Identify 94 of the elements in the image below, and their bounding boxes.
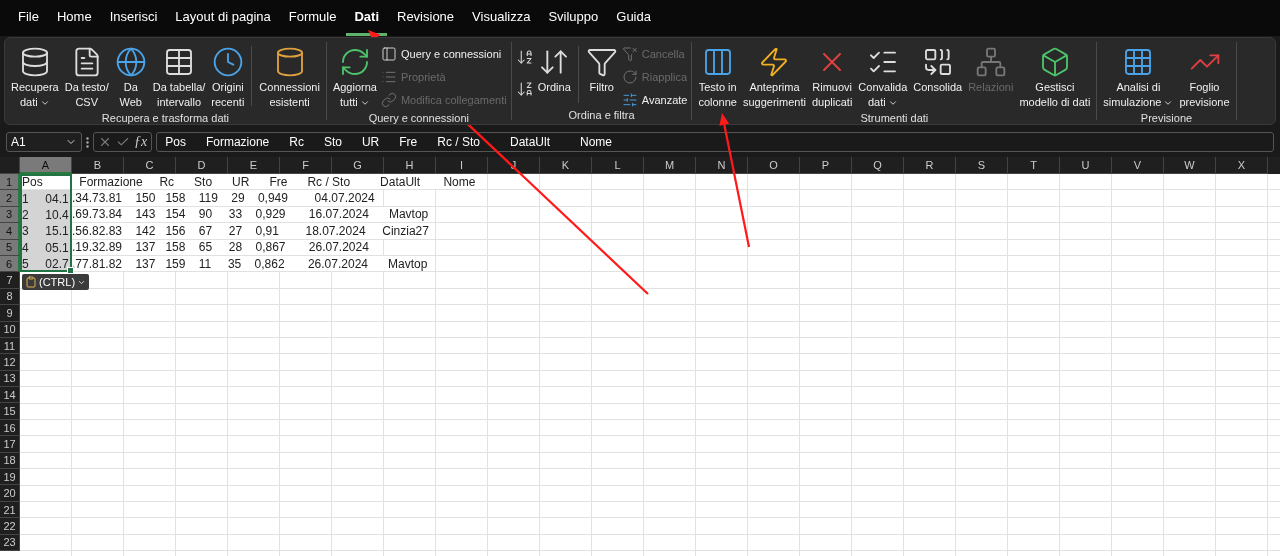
column-header[interactable]: A xyxy=(20,157,72,174)
link-icon xyxy=(380,91,397,108)
ribbon-button[interactable]: Testo in colonne xyxy=(696,42,739,112)
menu-tab[interactable]: Visualizza xyxy=(464,0,539,36)
column-header[interactable]: H xyxy=(384,157,436,174)
clipboard-icon xyxy=(25,276,37,289)
cell-text: .56.82.83 142 156 67 27 0,91 18.07.2024 Cinzia27 xyxy=(72,223,429,239)
column-header[interactable]: N xyxy=(696,157,748,174)
filter-clear-icon xyxy=(621,45,638,62)
selected-cell[interactable]: 1 04.1 xyxy=(20,190,72,207)
cell-text: .34.73.81 150 158 119 29 0,949 04.07.2024 xyxy=(72,190,375,206)
column-header[interactable]: B xyxy=(72,157,124,174)
cancel-icon[interactable] xyxy=(98,135,112,149)
column-header[interactable]: V xyxy=(1112,157,1164,174)
ribbon-button[interactable]: Da Web xyxy=(112,42,149,112)
name-box[interactable]: A1 xyxy=(6,132,82,152)
confirm-icon[interactable] xyxy=(116,135,130,149)
column-header[interactable]: X xyxy=(1216,157,1268,174)
more-icon xyxy=(86,136,89,148)
menu-tab[interactable]: Sviluppo xyxy=(540,0,607,36)
column-header[interactable]: L xyxy=(592,157,644,174)
column-header[interactable]: E xyxy=(228,157,280,174)
row-header[interactable]: 2 xyxy=(0,190,20,207)
cell-text: .77.81.82 137 159 11 35 0,862 26.07.2024 Mavtop xyxy=(72,255,428,272)
ribbon-button[interactable]: Gestisci modello di dati xyxy=(1017,42,1093,112)
column-header[interactable]: R xyxy=(904,157,956,174)
column-header[interactable]: Q xyxy=(852,157,904,174)
clock-icon xyxy=(211,46,244,78)
menu-tab[interactable]: Revisione xyxy=(389,0,463,36)
row-header[interactable]: 14 xyxy=(0,387,20,404)
ribbon-button[interactable]: Rimuovi duplicati xyxy=(809,42,855,112)
ribbon-button[interactable]: Analisi di simulazione xyxy=(1101,42,1176,112)
column-header[interactable]: C xyxy=(124,157,176,174)
ribbon-button[interactable]: Da tabella/ intervallo xyxy=(150,42,208,112)
cell-text: Pos Formazione Rc Sto UR Fre Rc / Sto DataUlt Nome xyxy=(20,174,476,190)
column-header[interactable]: P xyxy=(800,157,852,174)
column-header[interactable]: I xyxy=(436,157,488,174)
ribbon-button[interactable]: Filtro xyxy=(583,42,620,97)
column-header[interactable]: M xyxy=(644,157,696,174)
menu-tab[interactable]: File xyxy=(10,0,47,36)
ribbon-button[interactable]: Origini recenti xyxy=(209,42,247,112)
row-header[interactable]: 22 xyxy=(0,518,20,535)
column-header[interactable]: G xyxy=(332,157,384,174)
ribbon-button[interactable]: Foglio previsione xyxy=(1177,42,1232,112)
sliders-icon xyxy=(621,91,638,108)
group-label: Strumenti dati xyxy=(859,112,930,124)
formula-field[interactable]: Pos Formazione Rc Sto UR Fre Rc / Sto DataUlt Nome xyxy=(156,132,1274,152)
menu-tab[interactable]: Layout di pagina xyxy=(167,0,279,36)
ribbon-button[interactable]: Anteprima suggerimenti xyxy=(741,42,808,112)
group-label: Query e connessioni xyxy=(367,112,470,124)
row-header[interactable]: 15 xyxy=(0,403,20,420)
group-label: Previsione xyxy=(1139,112,1194,124)
row-header[interactable]: 20 xyxy=(0,485,20,502)
row-header[interactable]: 7 xyxy=(0,272,20,289)
ribbon-button[interactable]: Da testo/ CSV xyxy=(62,42,111,112)
row-header[interactable]: 1 xyxy=(0,174,20,191)
filter-icon xyxy=(585,46,618,78)
row-header[interactable]: 19 xyxy=(0,469,20,486)
ribbon-button[interactable]: Ordina xyxy=(535,42,573,97)
row-header[interactable]: 4 xyxy=(0,223,20,240)
sort-descending-icon[interactable] xyxy=(515,80,534,98)
menu-tab[interactable]: Formule xyxy=(280,0,345,36)
cell-text: .69.73.84 143 154 90 33 0,929 16.07.2024 Mavtop xyxy=(72,206,429,223)
group-label: Ordina e filtra xyxy=(567,109,636,122)
menu-tab[interactable]: Inserisci xyxy=(101,0,166,36)
row-header[interactable]: 17 xyxy=(0,436,20,453)
ribbon-button[interactable]: Connessioni esistenti xyxy=(257,42,322,112)
cell-text: .19.32.89 137 158 65 28 0,867 26.07.2024 xyxy=(72,239,369,255)
column-header[interactable]: T xyxy=(1008,157,1060,174)
menu-tab[interactable]: Guida xyxy=(608,0,659,36)
network-icon xyxy=(974,46,1007,78)
column-header[interactable]: U xyxy=(1060,157,1112,174)
column-header[interactable]: F xyxy=(280,157,332,174)
row-header[interactable]: 12 xyxy=(0,354,20,371)
menu-tab[interactable]: Home xyxy=(48,0,100,36)
group-label: Recupera e trasforma dati xyxy=(100,112,231,124)
ribbon-button[interactable]: Consolida xyxy=(911,42,965,97)
rotate-icon xyxy=(621,68,638,85)
panel-icon xyxy=(380,45,397,62)
column-header[interactable]: O xyxy=(748,157,800,174)
selected-cell[interactable]: 3 15.1 xyxy=(20,223,72,240)
sort-ascending-icon[interactable] xyxy=(515,48,534,66)
ribbon-button[interactable]: Aggiorna tutti xyxy=(330,42,379,112)
column-header[interactable]: S xyxy=(956,157,1008,174)
column-header[interactable]: W xyxy=(1164,157,1216,174)
insert-function-button[interactable]: ƒx xyxy=(134,134,148,150)
row-header[interactable]: 9 xyxy=(0,305,20,322)
ribbon-button[interactable]: Convalida dati xyxy=(856,42,910,112)
ribbon-button[interactable]: Avanzate xyxy=(621,90,688,109)
paste-options-button[interactable]: (CTRL) xyxy=(22,274,90,291)
column-header[interactable]: K xyxy=(540,157,592,174)
globe-icon xyxy=(114,46,147,78)
ribbon-button[interactable]: Recupera dati xyxy=(9,42,61,112)
column-header[interactable]: D xyxy=(176,157,228,174)
